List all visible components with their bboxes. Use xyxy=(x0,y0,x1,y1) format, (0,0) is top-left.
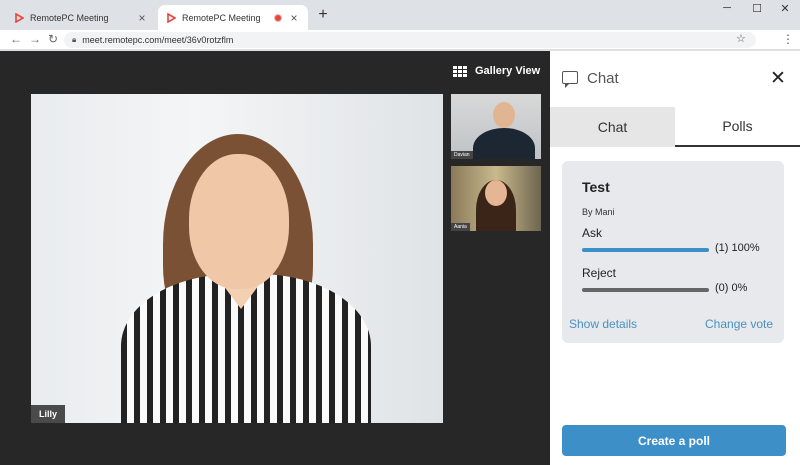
meeting-stage: Gallery View Lilly Davian Aania xyxy=(0,51,550,465)
main-participant-name: Lilly xyxy=(31,405,66,423)
show-details-link[interactable]: Show details xyxy=(569,317,637,331)
create-poll-button[interactable]: Create a poll xyxy=(562,425,786,456)
poll-option-count: (1) 100% xyxy=(715,242,760,254)
forward-icon[interactable]: → xyxy=(29,32,41,46)
change-vote-link[interactable]: Change vote xyxy=(705,317,773,331)
poll-card: Test By Mani Ask (1) 100% Reject (0) 0% … xyxy=(562,161,784,343)
reload-icon[interactable]: ↻ xyxy=(48,32,58,46)
panel-header: Chat ✕ xyxy=(550,51,800,107)
url-text: meet.remotepc.com/meet/36v0rotzflm xyxy=(82,35,234,45)
panel-tabs: Chat Polls xyxy=(550,107,800,147)
browser-tab-2[interactable]: RemotePC Meeting × xyxy=(158,5,308,30)
tab-polls[interactable]: Polls xyxy=(675,107,800,147)
maximize-icon[interactable]: ☐ xyxy=(742,2,772,15)
close-panel-icon[interactable]: ✕ xyxy=(770,67,786,90)
poll-option-bar xyxy=(582,248,709,252)
tab-chat[interactable]: Chat xyxy=(550,107,675,147)
poll-option-label: Ask xyxy=(582,226,603,240)
thumbnail-body xyxy=(473,128,535,159)
gallery-view-button[interactable]: Gallery View xyxy=(453,65,540,77)
participant-thumbnail-1[interactable]: Davian xyxy=(451,94,541,159)
thumbnail-2-name: Aania xyxy=(451,223,470,231)
address-bar[interactable]: 🔒︎ meet.remotepc.com/meet/36v0rotzflm xyxy=(64,32,756,48)
browser-tab-strip: RemotePC Meeting × RemotePC Meeting × + … xyxy=(0,0,800,30)
browser-toolbar: ← → ↻ 🔒︎ meet.remotepc.com/meet/36v0rotz… xyxy=(0,30,800,50)
recording-indicator-icon xyxy=(274,13,282,22)
bookmark-star-icon[interactable]: ☆ xyxy=(736,32,746,45)
remotepc-favicon-icon xyxy=(15,12,24,23)
window-close-icon[interactable]: ✕ xyxy=(770,2,800,15)
main-video-feed[interactable]: Lilly xyxy=(31,94,443,423)
browser-tab-2-title: RemotePC Meeting xyxy=(182,12,261,23)
lock-icon: 🔒︎ xyxy=(72,35,77,44)
poll-author: By Mani xyxy=(582,207,615,217)
remotepc-favicon-icon xyxy=(167,12,176,23)
new-tab-icon[interactable]: + xyxy=(316,6,330,24)
poll-option-label: Reject xyxy=(582,266,617,280)
participant-face xyxy=(189,154,289,289)
thumbnail-head xyxy=(493,102,515,128)
poll-option-bar-fill xyxy=(582,248,709,252)
poll-title: Test xyxy=(582,179,610,195)
minimize-icon[interactable]: ─ xyxy=(712,2,742,14)
gallery-view-label: Gallery View xyxy=(475,65,541,77)
poll-option-bar xyxy=(582,288,709,292)
close-tab-icon[interactable]: × xyxy=(134,11,150,25)
chat-bubble-icon xyxy=(562,71,578,88)
side-panel: Chat ✕ Chat Polls Test By Mani Ask (1) 1… xyxy=(550,51,800,465)
close-tab-icon[interactable]: × xyxy=(286,11,302,25)
menu-kebab-icon[interactable]: ⋮ xyxy=(782,32,794,46)
back-icon[interactable]: ← xyxy=(10,32,22,46)
browser-tab-1[interactable]: RemotePC Meeting × xyxy=(6,5,156,30)
grid-icon xyxy=(453,65,467,77)
panel-title: Chat xyxy=(587,70,619,87)
browser-tab-1-title: RemotePC Meeting xyxy=(30,12,109,23)
thumbnail-1-name: Davian xyxy=(451,151,473,159)
participant-thumbnail-2[interactable]: Aania xyxy=(451,166,541,231)
thumbnail-head xyxy=(485,180,507,206)
poll-option-count: (0) 0% xyxy=(715,282,748,294)
